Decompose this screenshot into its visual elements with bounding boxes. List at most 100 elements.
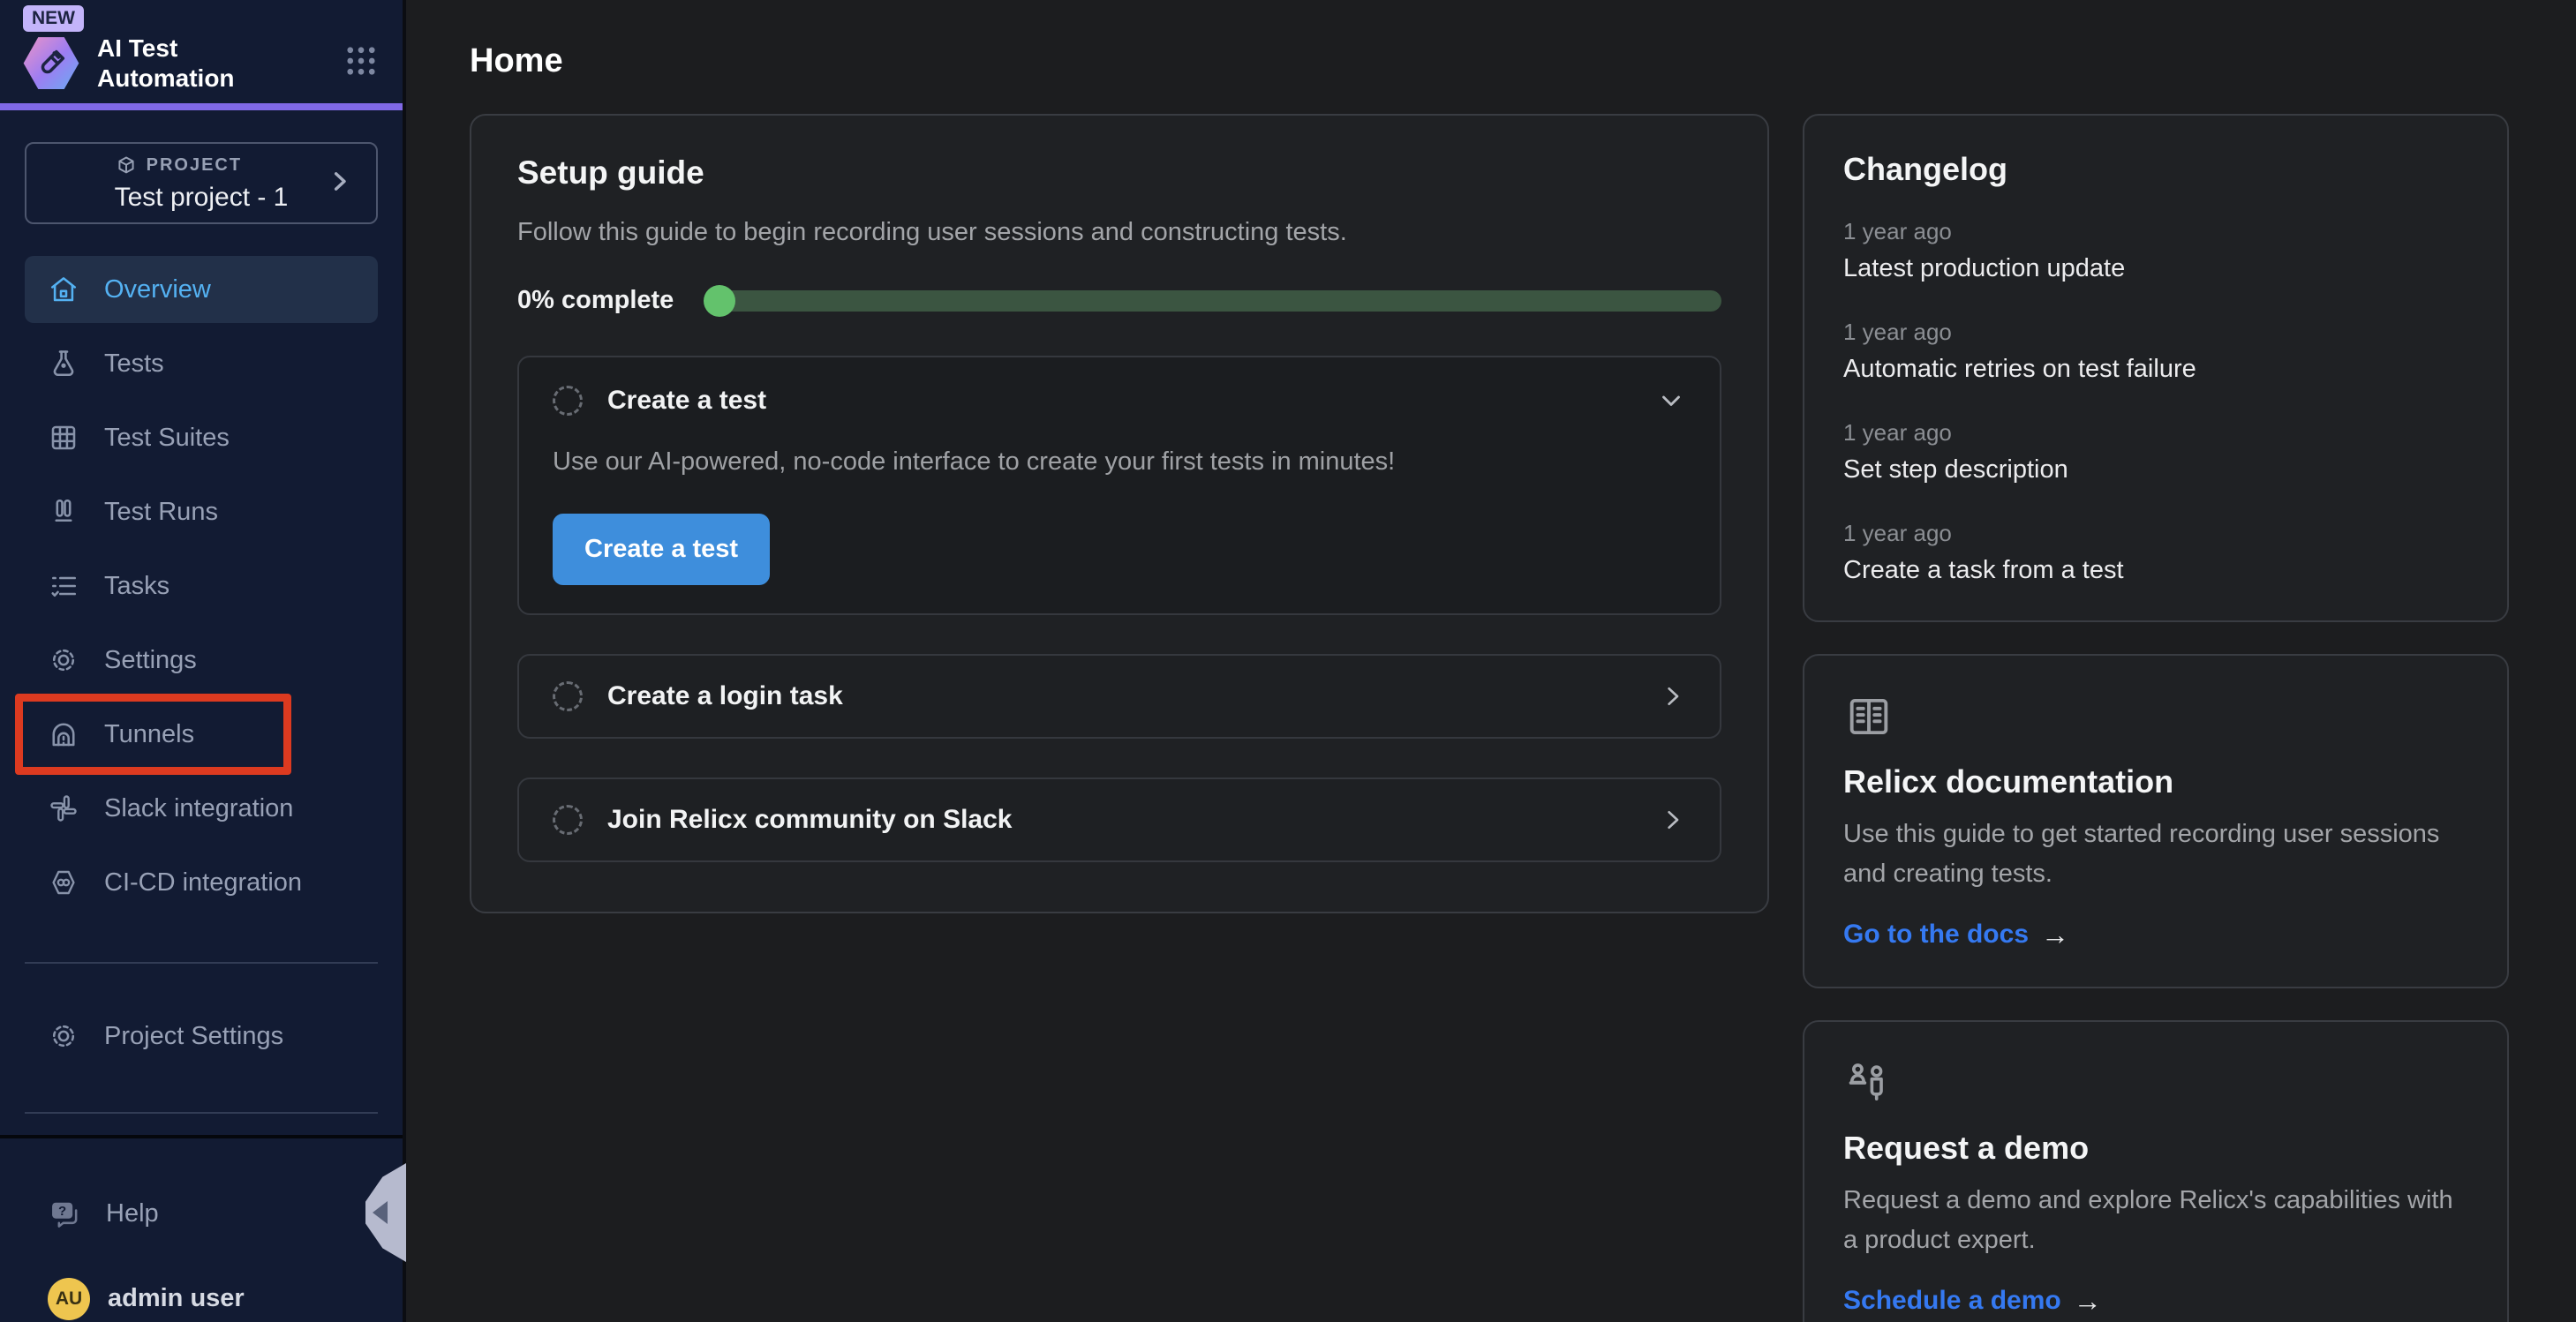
sidebar-item-test-suites[interactable]: Test Suites xyxy=(25,404,378,471)
changelog-time: 1 year ago xyxy=(1843,218,2468,245)
help-chat-icon: ? xyxy=(48,1198,81,1231)
sidebar-item-slack-integration[interactable]: Slack integration xyxy=(25,775,378,842)
home-icon xyxy=(48,274,79,305)
progress-label: 0% complete xyxy=(517,286,674,315)
changelog-entry: 1 year ago Latest production update xyxy=(1843,218,2468,283)
people-icon xyxy=(1843,1057,2468,1108)
flask-icon xyxy=(48,348,79,379)
step-create-a-test: Create a test Use our AI-powered, no-cod… xyxy=(517,356,1721,615)
sidebar-item-project-settings[interactable]: Project Settings xyxy=(25,1003,378,1070)
svg-text:?: ? xyxy=(58,1204,66,1219)
sidebar-item-label: Overview xyxy=(104,275,211,304)
request-demo-description: Request a demo and explore Relicx's capa… xyxy=(1843,1181,2468,1260)
right-column: Changelog 1 year ago Latest production u… xyxy=(1803,114,2509,1322)
test-runs-icon xyxy=(48,496,79,528)
step-incomplete-icon xyxy=(553,386,583,416)
sidebar-item-label: Tests xyxy=(104,349,164,379)
main-content: Home Setup guide Follow this guide to be… xyxy=(406,0,2576,1322)
sidebar-item-overview[interactable]: Overview xyxy=(25,256,378,323)
app-title: AI Test Automation xyxy=(97,34,247,93)
chevron-right-icon xyxy=(1658,806,1686,834)
sidebar-item-tests[interactable]: Tests xyxy=(25,330,378,397)
setup-guide-title: Setup guide xyxy=(517,154,1721,192)
changelog-card: Changelog 1 year ago Latest production u… xyxy=(1803,114,2509,622)
sidebar-item-test-runs[interactable]: Test Runs xyxy=(25,478,378,545)
chevron-down-icon[interactable] xyxy=(1656,386,1686,416)
setup-progress: 0% complete xyxy=(517,286,1721,315)
sidebar-divider xyxy=(25,962,378,964)
slack-icon xyxy=(48,792,79,824)
step-title: Create a login task xyxy=(607,681,843,711)
go-to-docs-link[interactable]: Go to the docs xyxy=(1843,920,2029,950)
documentation-title: Relicx documentation xyxy=(1843,763,2468,800)
progress-dot xyxy=(704,285,735,317)
app-screen: NEW AI Test Automation xyxy=(0,0,2576,1322)
changelog-time: 1 year ago xyxy=(1843,419,2468,447)
sidebar-item-label: Tunnels xyxy=(104,720,194,749)
step-title: Create a test xyxy=(607,386,766,416)
project-name: Test project - 1 xyxy=(115,183,289,213)
sidebar-item-label: Help xyxy=(106,1199,159,1228)
sidebar-item-settings[interactable]: Settings xyxy=(25,627,378,694)
documentation-description: Use this guide to get started recording … xyxy=(1843,815,2468,894)
arrow-right-icon: → xyxy=(2074,1285,2102,1318)
project-selector[interactable]: PROJECT Test project - 1 xyxy=(25,142,378,224)
sidebar-item-help[interactable]: ? Help xyxy=(25,1181,378,1248)
step-join-relicx-community[interactable]: Join Relicx community on Slack xyxy=(517,777,1721,862)
gear-icon xyxy=(48,644,79,676)
sidebar-item-label: CI-CD integration xyxy=(104,868,302,898)
progress-bar xyxy=(705,290,1721,312)
changelog-text: Latest production update xyxy=(1843,254,2468,283)
create-a-test-button[interactable]: Create a test xyxy=(553,514,770,585)
changelog-entry: 1 year ago Automatic retries on test fai… xyxy=(1843,319,2468,384)
sidebar-item-label: Test Suites xyxy=(104,424,230,453)
ci-cd-icon xyxy=(48,867,79,898)
sidebar-nav: Overview Tests Test Suites xyxy=(0,247,403,923)
sidebar-item-tasks[interactable]: Tasks xyxy=(25,552,378,620)
changelog-title: Changelog xyxy=(1843,151,2468,188)
setup-guide-card: Setup guide Follow this guide to begin r… xyxy=(470,114,1769,913)
collapse-left-icon xyxy=(373,1201,388,1224)
sidebar-item-label: Test Runs xyxy=(104,498,218,527)
cube-icon xyxy=(115,154,138,177)
changelog-text: Set step description xyxy=(1843,455,2468,484)
documentation-card: Relicx documentation Use this guide to g… xyxy=(1803,654,2509,988)
step-incomplete-icon xyxy=(553,681,583,711)
changelog-text: Automatic retries on test failure xyxy=(1843,355,2468,384)
setup-guide-subtitle: Follow this guide to begin recording use… xyxy=(517,218,1721,247)
sidebar-item-label: Settings xyxy=(104,646,197,675)
new-badge: NEW xyxy=(23,5,84,32)
request-demo-title: Request a demo xyxy=(1843,1130,2468,1167)
sidebar-divider xyxy=(25,1112,378,1114)
changelog-time: 1 year ago xyxy=(1843,520,2468,547)
apps-grid-icon[interactable] xyxy=(343,42,380,84)
request-demo-card: Request a demo Request a demo and explor… xyxy=(1803,1020,2509,1322)
sidebar: NEW AI Test Automation xyxy=(0,0,406,1322)
avatar: AU xyxy=(48,1278,90,1320)
schedule-demo-link[interactable]: Schedule a demo xyxy=(1843,1286,2061,1316)
app-logo-icon xyxy=(23,35,79,92)
changelog-entry: 1 year ago Create a task from a test xyxy=(1843,520,2468,585)
chevron-right-icon xyxy=(325,167,353,199)
user-menu[interactable]: AU admin user xyxy=(0,1276,403,1322)
arrow-right-icon: → xyxy=(2041,919,2069,951)
grid-icon xyxy=(48,422,79,454)
sidebar-item-tunnels[interactable]: Tunnels xyxy=(25,701,378,768)
logo-block: NEW AI Test Automation xyxy=(0,0,403,110)
book-columns-icon xyxy=(1843,691,2468,742)
chevron-right-icon xyxy=(1658,682,1686,710)
gear-icon xyxy=(48,1020,79,1052)
sidebar-footer-separator xyxy=(0,1135,403,1138)
sidebar-item-label: Project Settings xyxy=(104,1022,283,1051)
tasks-icon xyxy=(48,570,79,602)
changelog-entry: 1 year ago Set step description xyxy=(1843,419,2468,484)
changelog-time: 1 year ago xyxy=(1843,319,2468,346)
step-header-create-a-test[interactable]: Create a test xyxy=(553,386,1686,416)
page-title: Home xyxy=(470,42,2512,80)
project-label: PROJECT xyxy=(147,155,242,176)
changelog-text: Create a task from a test xyxy=(1843,556,2468,585)
step-incomplete-icon xyxy=(553,805,583,835)
step-title: Join Relicx community on Slack xyxy=(607,805,1012,835)
sidebar-item-ci-cd-integration[interactable]: CI-CD integration xyxy=(25,849,378,916)
step-create-a-login-task[interactable]: Create a login task xyxy=(517,654,1721,739)
